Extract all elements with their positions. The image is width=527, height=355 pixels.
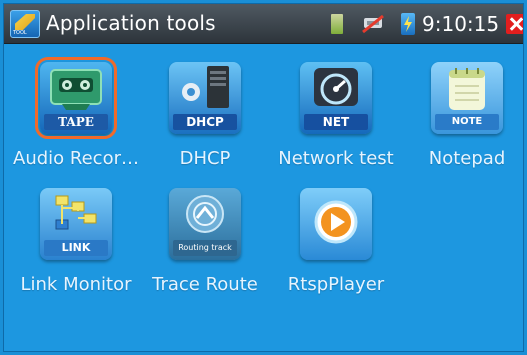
app-screen: TOOL Application tools 9:10:15 TAPE Audi… [3, 3, 524, 352]
notepad-icon[interactable]: NOTE [431, 62, 503, 134]
app-label-network-test: Network test [278, 148, 394, 169]
clock-time: 9:10:15 [422, 12, 500, 36]
app-label-rtsp-player: RtspPlayer [287, 274, 385, 295]
tool-logo-icon: TOOL [10, 10, 40, 38]
close-button[interactable] [506, 14, 523, 34]
dhcp-badge: DHCP [173, 114, 237, 130]
window-title: Application tools [46, 11, 216, 35]
app-label-trace-route: Trace Route [152, 274, 258, 295]
sd-card-icon [331, 14, 343, 34]
app-label-link-monitor: Link Monitor [20, 274, 132, 295]
app-label-dhcp: DHCP [179, 148, 231, 169]
server-gear-icon[interactable]: DHCP [169, 62, 241, 134]
network-disconnected-icon [362, 14, 384, 34]
note-badge: NOTE [435, 114, 499, 130]
play-icon[interactable] [300, 188, 372, 260]
routing-track-icon[interactable]: Routing track [169, 188, 241, 260]
net-badge: NET [304, 114, 368, 130]
app-label-notepad: Notepad [428, 148, 506, 169]
routing-badge: Routing track [173, 240, 237, 256]
link-tree-icon[interactable]: LINK [40, 188, 112, 260]
speedometer-icon[interactable]: NET [300, 62, 372, 134]
logo-text: TOOL [13, 30, 27, 36]
tape-recorder-icon[interactable]: TAPE [35, 57, 117, 139]
battery-charging-icon [401, 13, 415, 35]
tape-badge: TAPE [44, 114, 108, 130]
link-badge: LINK [44, 240, 108, 256]
app-label-audio-recorder: Audio Recor… [13, 148, 139, 169]
title-bar: TOOL Application tools 9:10:15 [4, 4, 523, 44]
